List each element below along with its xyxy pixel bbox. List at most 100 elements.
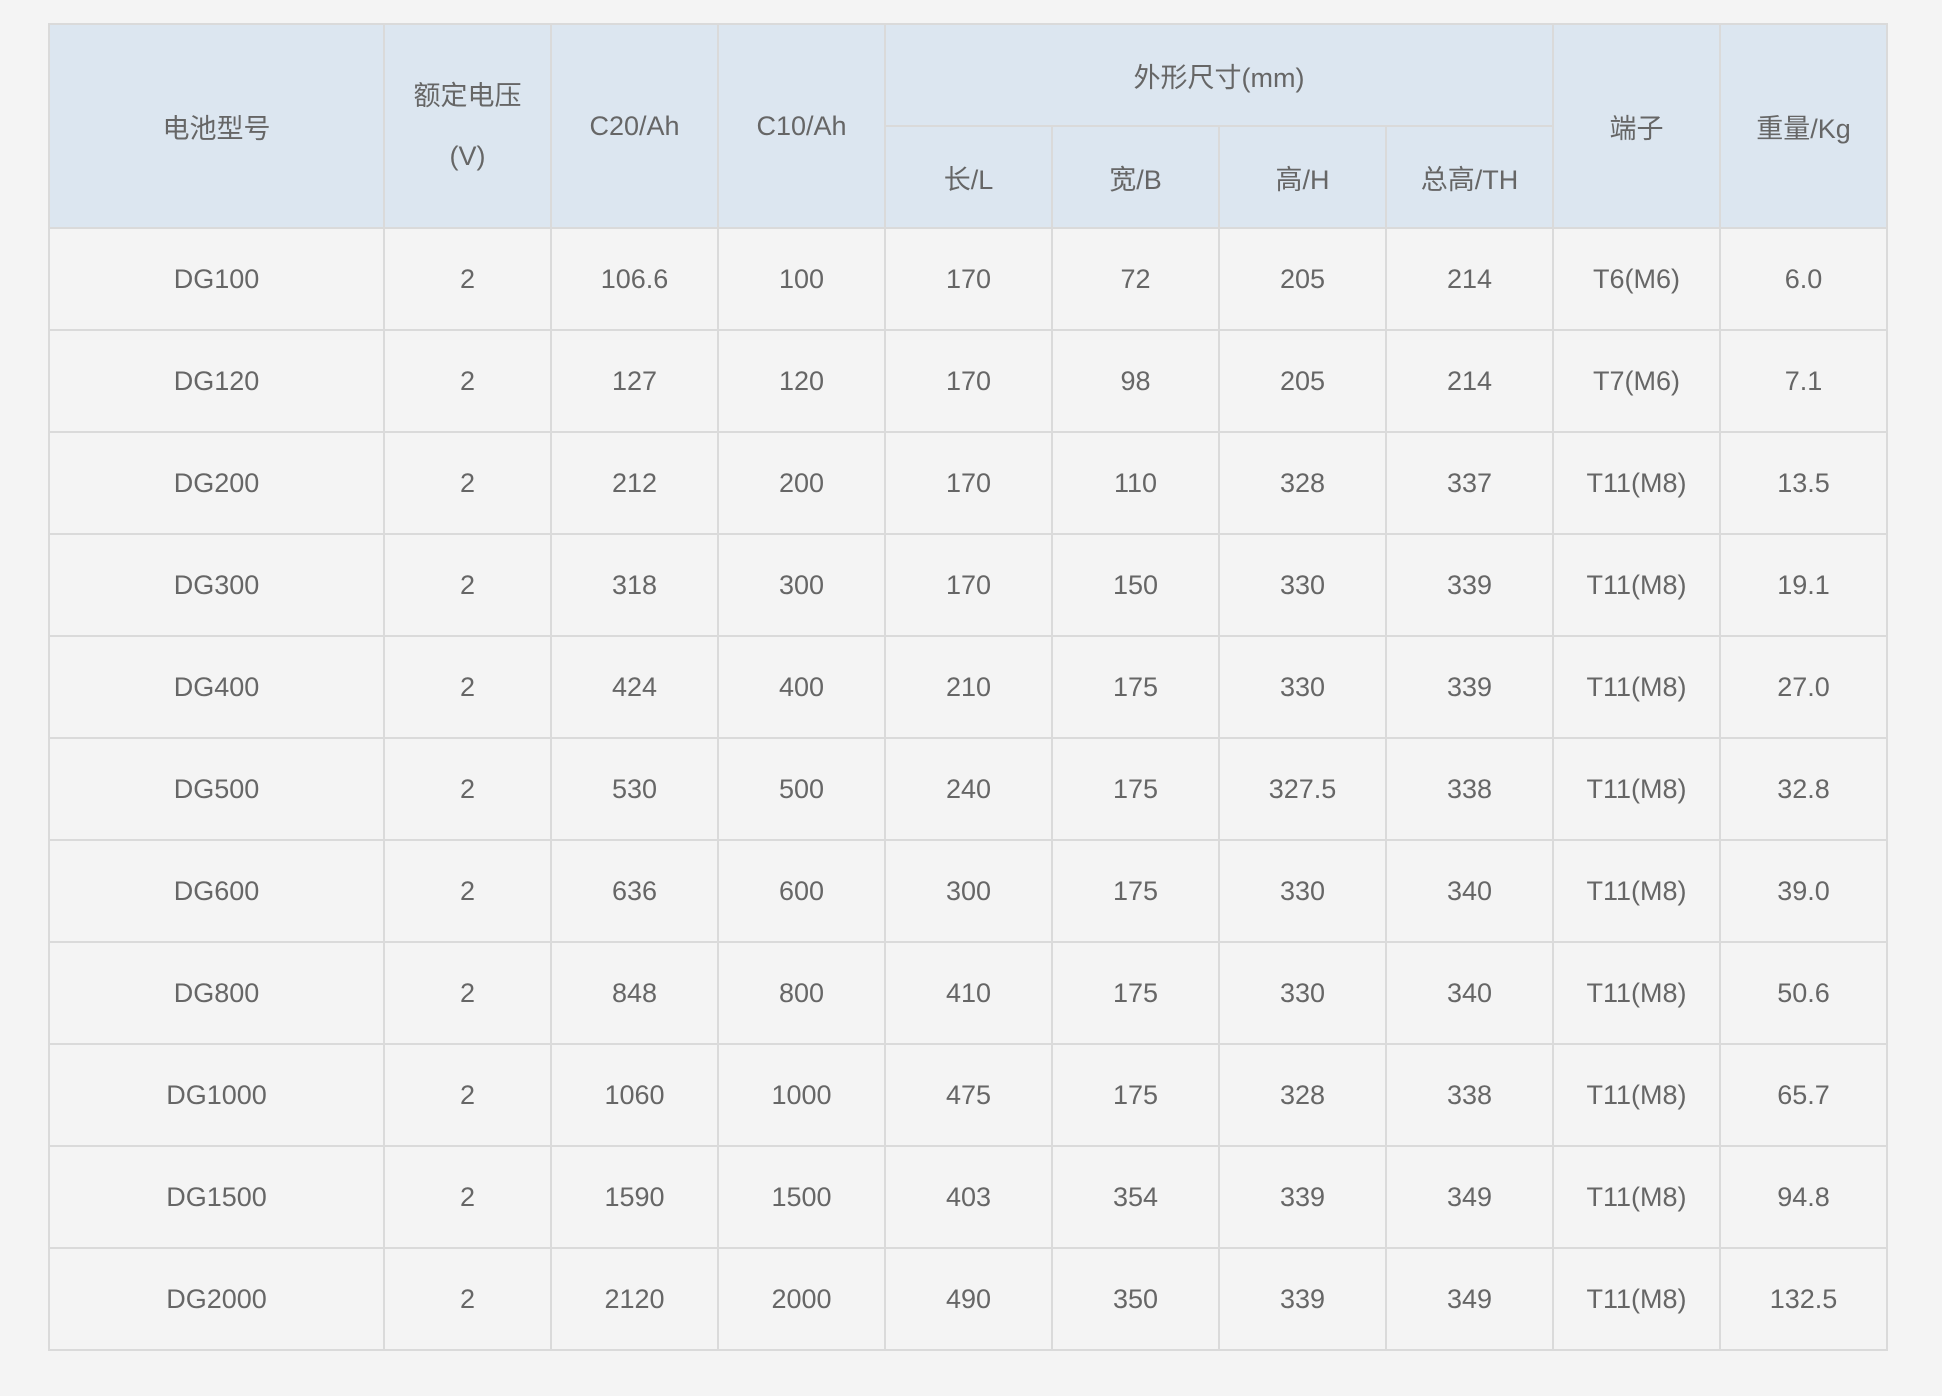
table-row: DG1000 2 1060 1000 475 175 328 338 T11(M8) 65.7 <box>48 1043 1889 1147</box>
cell-model: DG120 <box>48 329 385 433</box>
cell-terminal: T11(M8) <box>1552 1145 1722 1249</box>
cell-length: 403 <box>884 1145 1053 1249</box>
cell-model: DG600 <box>48 839 385 943</box>
cell-terminal: T11(M8) <box>1552 635 1722 739</box>
header-voltage-label: 额定电压 <box>413 81 522 111</box>
cell-c10: 2000 <box>717 1247 886 1351</box>
cell-weight: 6.0 <box>1719 227 1889 331</box>
cell-height: 330 <box>1218 941 1387 1045</box>
table-row: DG100 2 106.6 100 170 72 205 214 T6(M6) 6.0 <box>48 227 1889 331</box>
header-width: 宽/B <box>1051 125 1220 229</box>
table-row: DG600 2 636 600 300 175 330 340 T11(M8) 39.0 <box>48 839 1889 943</box>
cell-width: 175 <box>1051 839 1220 943</box>
table-body: DG100 2 106.6 100 170 72 205 214 T6(M6) 6.0 DG120 2… <box>48 227 1889 1351</box>
cell-terminal: T11(M8) <box>1552 1043 1722 1147</box>
cell-c10: 800 <box>717 941 886 1045</box>
cell-c10: 1000 <box>717 1043 886 1147</box>
cell-length: 170 <box>884 533 1053 637</box>
cell-c10: 400 <box>717 635 886 739</box>
cell-total-height: 339 <box>1384 635 1555 739</box>
header-weight: 重量/Kg <box>1719 23 1889 229</box>
cell-weight: 7.1 <box>1719 329 1889 433</box>
cell-model: DG1000 <box>48 1043 385 1147</box>
header-height: 高/H <box>1218 125 1387 229</box>
cell-c10: 100 <box>717 227 886 331</box>
cell-width: 110 <box>1051 431 1220 535</box>
cell-voltage: 2 <box>383 1145 552 1249</box>
cell-c10: 300 <box>717 533 886 637</box>
table-row: DG1500 2 1590 1500 403 354 339 349 T11(M8) 94.8 <box>48 1145 1889 1249</box>
cell-c20: 2120 <box>550 1247 719 1351</box>
cell-c10: 120 <box>717 329 886 433</box>
cell-c10: 200 <box>717 431 886 535</box>
cell-length: 170 <box>884 431 1053 535</box>
cell-voltage: 2 <box>383 1247 552 1351</box>
cell-total-height: 338 <box>1384 737 1555 841</box>
cell-total-height: 340 <box>1384 941 1555 1045</box>
cell-width: 354 <box>1051 1145 1220 1249</box>
cell-c20: 1060 <box>550 1043 719 1147</box>
cell-c20: 318 <box>550 533 719 637</box>
cell-weight: 13.5 <box>1719 431 1889 535</box>
cell-length: 170 <box>884 329 1053 433</box>
cell-weight: 132.5 <box>1719 1247 1889 1351</box>
cell-height: 330 <box>1218 839 1387 943</box>
cell-model: DG2000 <box>48 1247 385 1351</box>
cell-c20: 1590 <box>550 1145 719 1249</box>
cell-height: 328 <box>1218 431 1387 535</box>
cell-c20: 848 <box>550 941 719 1045</box>
cell-width: 72 <box>1051 227 1220 331</box>
cell-height: 327.5 <box>1218 737 1387 841</box>
table-header: 电池型号 额定电压 (V) C20/Ah C10/Ah 外形尺寸(mm) 端子 … <box>48 23 1889 229</box>
table-row: DG300 2 318 300 170 150 330 339 T11(M8) 19.1 <box>48 533 1889 637</box>
cell-height: 330 <box>1218 635 1387 739</box>
header-voltage: 额定电压 (V) <box>383 23 552 229</box>
cell-length: 475 <box>884 1043 1053 1147</box>
cell-weight: 65.7 <box>1719 1043 1889 1147</box>
cell-width: 150 <box>1051 533 1220 637</box>
cell-width: 98 <box>1051 329 1220 433</box>
battery-spec-table: 电池型号 额定电压 (V) C20/Ah C10/Ah 外形尺寸(mm) 端子 … <box>48 23 1889 1351</box>
table-row: DG200 2 212 200 170 110 328 337 T11(M8) 13.5 <box>48 431 1889 535</box>
cell-model: DG800 <box>48 941 385 1045</box>
cell-total-height: 349 <box>1384 1247 1555 1351</box>
cell-c20: 106.6 <box>550 227 719 331</box>
table-row: DG800 2 848 800 410 175 330 340 T11(M8) 50.6 <box>48 941 1889 1045</box>
cell-height: 205 <box>1218 329 1387 433</box>
cell-width: 175 <box>1051 1043 1220 1147</box>
cell-length: 240 <box>884 737 1053 841</box>
cell-height: 339 <box>1218 1247 1387 1351</box>
table-row: DG500 2 530 500 240 175 327.5 338 T11(M8) 32.8 <box>48 737 1889 841</box>
cell-voltage: 2 <box>383 737 552 841</box>
cell-voltage: 2 <box>383 941 552 1045</box>
cell-voltage: 2 <box>383 839 552 943</box>
header-c10: C10/Ah <box>717 23 886 229</box>
header-dimensions: 外形尺寸(mm) <box>883 23 1555 127</box>
cell-model: DG1500 <box>48 1145 385 1249</box>
cell-c20: 212 <box>550 431 719 535</box>
cell-total-height: 339 <box>1384 533 1555 637</box>
header-total-height: 总高/TH <box>1384 125 1555 229</box>
cell-c20: 636 <box>550 839 719 943</box>
cell-total-height: 340 <box>1384 839 1555 943</box>
cell-voltage: 2 <box>383 533 552 637</box>
cell-weight: 39.0 <box>1719 839 1889 943</box>
table-row: DG120 2 127 120 170 98 205 214 T7(M6) 7.1 <box>48 329 1889 433</box>
cell-c10: 1500 <box>717 1145 886 1249</box>
cell-weight: 32.8 <box>1719 737 1889 841</box>
cell-length: 210 <box>884 635 1053 739</box>
cell-total-height: 214 <box>1384 329 1555 433</box>
cell-model: DG300 <box>48 533 385 637</box>
cell-width: 175 <box>1051 635 1220 739</box>
cell-voltage: 2 <box>383 329 552 433</box>
cell-total-height: 337 <box>1384 431 1555 535</box>
cell-total-height: 214 <box>1384 227 1555 331</box>
cell-total-height: 338 <box>1384 1043 1555 1147</box>
cell-voltage: 2 <box>383 635 552 739</box>
cell-c20: 424 <box>550 635 719 739</box>
cell-voltage: 2 <box>383 431 552 535</box>
cell-height: 339 <box>1218 1145 1387 1249</box>
cell-length: 490 <box>884 1247 1053 1351</box>
header-c20: C20/Ah <box>550 23 719 229</box>
cell-weight: 19.1 <box>1719 533 1889 637</box>
